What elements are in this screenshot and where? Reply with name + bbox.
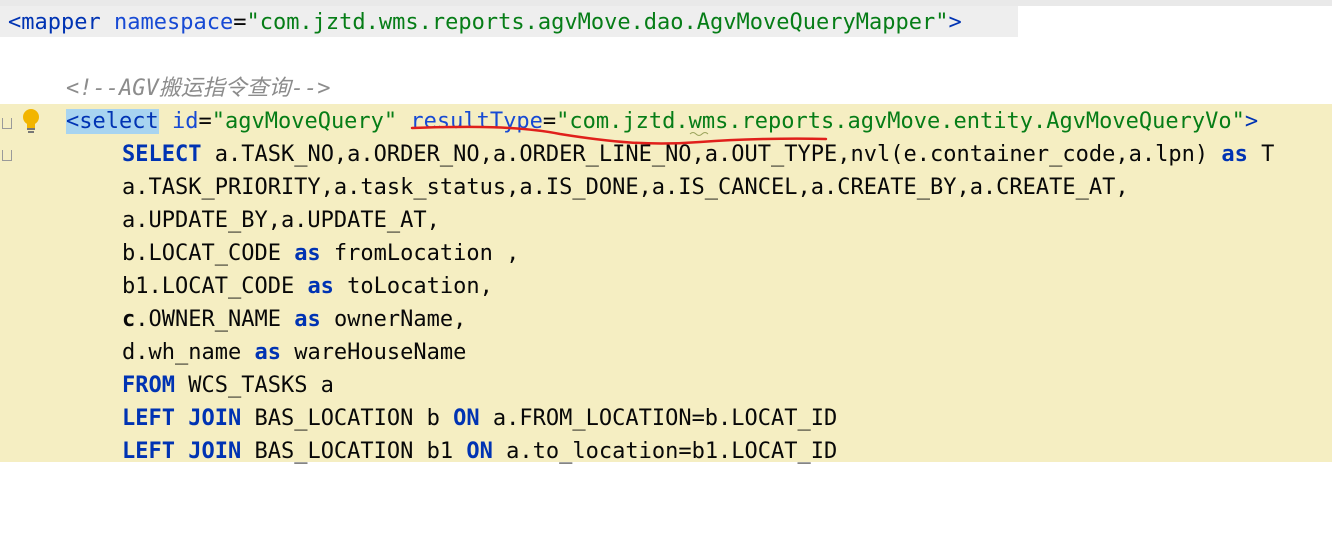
sql-text: a.TASK_NO,a.ORDER_NO,a.ORDER_LINE_NO,a.O… [201,142,1222,167]
xml-comment: <!--AGV搬运指令查询--> [66,76,331,101]
id-attr: id [171,109,199,134]
sql-keyword: ON [466,439,493,464]
sql-text: ownerName, [320,307,467,332]
sql-keyword: as [294,241,321,266]
equals-sign: = [233,10,247,35]
sql-text: wareHouseName [280,340,467,365]
sql-line-10[interactable]: LEFT JOIN BAS_LOCATION b1 ON a.to_locati… [0,435,1332,468]
mapper-tag: mapper [21,10,101,35]
sql-keyword: as [294,307,321,332]
select-line[interactable]: <select id="agvMoveQuery" resultType="co… [0,105,1332,138]
sql-line-5[interactable]: b1.LOCAT_CODE as toLocation, [0,270,1332,303]
sql-keyword: as [1221,142,1248,167]
sql-line-9[interactable]: LEFT JOIN BAS_LOCATION b ON a.FROM_LOCAT… [0,402,1332,435]
sql-text: fromLocation , [320,241,520,266]
code-editor[interactable]: <mapper namespace="com.jztd.wms.reports.… [0,0,1332,464]
sql-text: .OWNER_NAME [135,307,295,332]
result-type-value: "com.jztd.wms.reports.agvMove.entity.Agv… [556,109,1245,134]
sql-line-6[interactable]: c.OWNER_NAME as ownerName, [0,303,1332,336]
sql-keyword: LEFT JOIN [122,439,242,464]
mapper-line[interactable]: <mapper namespace="com.jztd.wms.reports.… [0,6,1332,39]
tag-bracket-close: > [1244,109,1259,134]
sql-text: a.TASK_PRIORITY,a.task_status,a.IS_DONE,… [122,175,1129,200]
tag-bracket-close: > [948,10,962,35]
id-value: "agvMoveQuery" [211,109,398,134]
tag-bracket: < [66,109,80,134]
sql-line-7[interactable]: d.wh_name as wareHouseName [0,336,1332,369]
sql-line-4[interactable]: b.LOCAT_CODE as fromLocation , [0,237,1332,270]
comment-line[interactable]: <!--AGV搬运指令查询--> [0,72,1332,105]
sql-text: a.FROM_LOCATION=b.LOCAT_ID [479,406,838,431]
sql-text: BAS_LOCATION b1 [241,439,467,464]
sql-text: BAS_LOCATION b [241,406,454,431]
namespace-attr: namespace [113,10,234,35]
sql-text: a.to_location=b1.LOCAT_ID [492,439,838,464]
sql-text: a.UPDATE_BY,a.UPDATE_AT, [122,208,440,233]
sql-keyword: SELECT [122,142,202,167]
sql-line-3[interactable]: a.UPDATE_BY,a.UPDATE_AT, [0,204,1332,237]
sql-alias: c [122,307,136,332]
tag-bracket: < [8,10,22,35]
sql-line-8[interactable]: FROM WCS_TASKS a [0,369,1332,402]
sql-text: T [1247,142,1275,167]
result-type-attr: resultType [410,109,543,134]
sql-text: b1.LOCAT_CODE [122,274,308,299]
sql-keyword: LEFT JOIN [122,406,242,431]
sql-keyword: as [307,274,334,299]
select-tag: select [79,109,159,134]
sql-keyword: FROM [122,373,175,398]
sql-text: d.wh_name [122,340,255,365]
sql-line-1[interactable]: SELECT a.TASK_NO,a.ORDER_NO,a.ORDER_LINE… [0,138,1332,171]
namespace-value: "com.jztd.wms.reports.agvMove.dao.AgvMov… [246,10,949,35]
sql-text: b.LOCAT_CODE [122,241,295,266]
sql-line-2[interactable]: a.TASK_PRIORITY,a.task_status,a.IS_DONE,… [0,171,1332,204]
sql-text: WCS_TASKS a [174,373,334,398]
sql-keyword: ON [453,406,480,431]
sql-text: toLocation, [333,274,493,299]
sql-keyword: as [254,340,281,365]
